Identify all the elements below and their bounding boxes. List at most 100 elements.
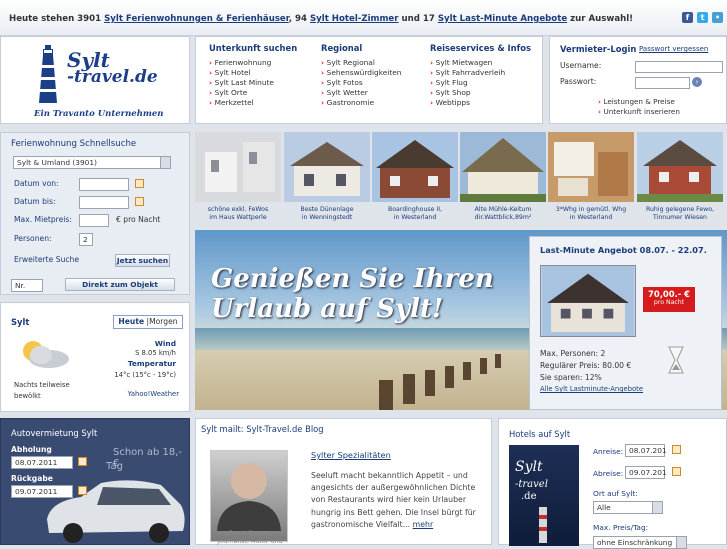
quick-search-panel: Ferienwohnung Schnellsuche Sylt & Umland… (0, 132, 190, 295)
place-select[interactable]: Alle (593, 501, 663, 514)
weather-desc: bewölkt (14, 392, 41, 400)
nav-item[interactable]: Webtipps (430, 98, 531, 108)
calendar-icon[interactable] (135, 179, 144, 188)
logo-line2: -travel.de (67, 67, 158, 87)
persons-input[interactable]: 2 (79, 233, 93, 246)
author-line: Journalist, Autor und (217, 537, 283, 545)
calendar-icon[interactable] (672, 445, 681, 454)
nav-item[interactable]: Merkzettel (209, 98, 297, 108)
direct-object-button[interactable]: Direkt zum Objekt (65, 278, 175, 291)
login-submit-icon[interactable]: › (692, 77, 702, 87)
nav-item[interactable]: Sylt Hotel (209, 68, 297, 78)
nav-item[interactable]: Sylt Regional (321, 58, 401, 68)
site-logo[interactable]: Sylt -travel.de Ein Travanto Unternehmen (0, 36, 190, 124)
nav-item[interactable]: Sylt Flug (430, 78, 531, 88)
tab-tomorrow[interactable]: Morgen (149, 317, 178, 326)
forgot-password-link[interactable]: Passwort vergessen (639, 45, 708, 53)
main-navigation: Unterkunft suchen Ferienwohnung Sylt Hot… (195, 36, 543, 124)
search-button[interactable]: Jetzt suchen (115, 254, 170, 267)
link-inserieren[interactable]: Unterkunft inserieren (598, 107, 679, 116)
price-select[interactable]: ohne Einschränkung (593, 536, 687, 549)
nav-item[interactable]: Sylt Fotos (321, 78, 401, 88)
login-title: Vermieter-Login (560, 44, 637, 54)
nav-item[interactable]: Sehenswürdigkeiten (321, 68, 402, 78)
author-name: Frank Deppe, Journalist, Autor und (211, 529, 289, 545)
extended-search-link[interactable]: Erweiterte Suche (14, 255, 79, 264)
temperature-label: Temperatur (127, 359, 176, 368)
blog-post-title[interactable]: Sylter Spezialitäten (311, 450, 391, 460)
date-from-label: Datum von: (14, 179, 59, 188)
nav-item[interactable]: Sylt Last Minute (209, 78, 297, 88)
date-to-input[interactable] (79, 196, 129, 209)
listing-caption: Boardinghouse II, in Westerland (372, 206, 458, 222)
pickup-date-input[interactable]: 08.07.2011 (11, 456, 73, 469)
date-to-label: Datum bis: (14, 197, 56, 206)
nav-item[interactable]: Gastronomie (321, 98, 401, 108)
offer-regular-price: Regulärer Preis: 80.00 € (540, 361, 632, 370)
caption-line: Beste Dünenlage (300, 206, 354, 213)
all-lastminute-link[interactable]: Alle Sylt Lastminute-Angebote (540, 385, 643, 393)
car-rental-title: Autovermietung Sylt (11, 428, 98, 438)
listing-photo (548, 132, 634, 202)
nav-item[interactable]: Sylt Mietwagen (430, 58, 531, 68)
listing-card[interactable]: 3*Whg in gemütl. Whg in Westerland (548, 132, 634, 222)
object-nr-input[interactable]: Nr. (11, 279, 43, 292)
nav-item[interactable]: Sylt Orte (209, 88, 297, 98)
author-line: Frank Deppe, (228, 529, 272, 537)
car-promo-text: Tag (106, 461, 123, 472)
listing-caption: schöne exkl. FeWos im Haus Wattperle (195, 206, 281, 222)
svg-text:Sylt: Sylt (515, 459, 543, 475)
listing-photo (372, 132, 458, 202)
nav-col-unterkunft: Unterkunft suchen Ferienwohnung Sylt Hot… (209, 43, 297, 108)
nav-item[interactable]: Sylt Wetter (321, 88, 401, 98)
listing-caption: Ruhig gelegene Fewo, Tinnumer Wiesen (637, 206, 723, 222)
caption-line: in Westerland (569, 214, 613, 221)
listing-card[interactable]: Boardinghouse II, in Westerland (372, 132, 458, 222)
link-hotel-zimmer[interactable]: Sylt Hotel-Zimmer (310, 14, 399, 24)
listing-card[interactable]: Beste Dünenlage in Wenningstedt (284, 132, 370, 222)
caption-line: Boardinghouse II, (388, 206, 442, 213)
promo-graphic: Sylt -travel.de (515, 459, 548, 543)
twitter-icon[interactable]: t (697, 12, 708, 23)
facebook-icon[interactable]: f (682, 12, 693, 23)
listing-card[interactable]: Alte Mühle-Keitum dir.Wattblick,89m² (460, 132, 546, 222)
departure-date-input[interactable]: 09.07.201 (625, 466, 667, 479)
link-ferienwohnungen[interactable]: Sylt Ferienwohnungen & Ferienhäuser (104, 14, 289, 24)
link-leistungen[interactable]: Leistungen & Preise (598, 97, 674, 106)
region-select[interactable]: Sylt & Umland (3901) (13, 156, 171, 169)
nav-item[interactable]: Sylt Fahrradverleih (430, 68, 531, 78)
place-value: Alle (597, 503, 611, 512)
calendar-icon[interactable] (78, 486, 87, 495)
last-minute-offer[interactable]: Last-Minute Angebot 08.07. - 22.07. 70,0… (529, 236, 722, 410)
listing-photo (195, 132, 281, 202)
nav-item[interactable]: Sylt Shop (430, 88, 531, 98)
password-label: Passwort: (560, 77, 597, 86)
read-more-link[interactable]: mehr (413, 520, 434, 529)
username-input[interactable] (635, 61, 723, 73)
tab-today[interactable]: Heute (118, 317, 144, 326)
price-value: ohne Einschränkung (597, 538, 673, 547)
nav-item[interactable]: Ferienwohnung (209, 58, 297, 68)
listing-caption: Alte Mühle-Keitum dir.Wattblick,89m² (460, 206, 546, 222)
calendar-icon[interactable] (672, 467, 681, 476)
listing-photo (460, 132, 546, 202)
pickup-label: Abholung (11, 445, 52, 454)
wind-value: S 8.05 km/h (135, 349, 176, 357)
listing-photo (637, 132, 723, 202)
password-input[interactable] (635, 77, 690, 89)
nav-col-title: Regional (321, 43, 363, 53)
calendar-icon[interactable] (135, 197, 144, 206)
listing-card[interactable]: schöne exkl. FeWos im Haus Wattperle (195, 132, 281, 222)
max-price-input[interactable] (79, 214, 109, 227)
arrival-date-input[interactable]: 08.07.201 (625, 444, 667, 457)
social-icon[interactable]: • (712, 12, 723, 23)
calendar-icon[interactable] (78, 457, 87, 466)
date-from-input[interactable] (79, 178, 129, 191)
listing-card[interactable]: Ruhig gelegene Fewo, Tinnumer Wiesen (637, 132, 723, 222)
return-date-input[interactable]: 09.07.2011 (11, 485, 73, 498)
link-last-minute[interactable]: Sylt Last-Minute Angebote (438, 14, 567, 24)
offer-title: Last-Minute Angebot 08.07. - 22.07. (540, 245, 707, 255)
offer-persons: Max. Personen: 2 (540, 349, 606, 358)
hourglass-icon (668, 346, 684, 374)
price-per-day-label: Max. Preis/Tag: (593, 523, 649, 532)
